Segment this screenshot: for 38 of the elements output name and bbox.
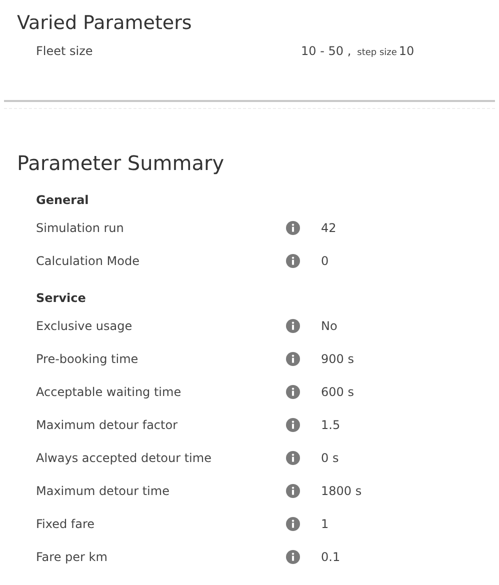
section-title: Varied Parameters — [17, 11, 193, 36]
info-icon[interactable] — [286, 318, 300, 332]
parameter-value: 1800 s — [321, 482, 362, 500]
step-value: 10 — [398, 43, 414, 60]
section-title: Parameter Summary — [17, 150, 226, 177]
parameter-value: No — [321, 318, 338, 334]
info-icon[interactable] — [286, 516, 300, 530]
info-icon[interactable] — [286, 254, 300, 268]
info-icon[interactable] — [286, 450, 300, 464]
group-title: Service — [35, 290, 87, 307]
info-icon[interactable] — [286, 418, 300, 432]
info-icon[interactable] — [286, 484, 300, 498]
parameter-label: Fixed fare — [36, 516, 96, 532]
parameter-value: 1.5 — [321, 416, 340, 434]
parameter-label: Fare per km — [36, 548, 108, 566]
parameter-range: 10 - 50 , — [301, 43, 352, 60]
parameter-value: 900 s — [321, 350, 354, 368]
parameter-label: Pre-booking time — [36, 350, 140, 368]
parameter-label: Exclusive usage — [36, 318, 134, 334]
info-icon[interactable] — [286, 550, 300, 564]
parameter-label: Simulation run — [36, 220, 125, 236]
info-icon[interactable] — [286, 220, 300, 234]
parameter-label: Fleet size — [36, 43, 94, 60]
parameter-value: 1 — [321, 516, 329, 532]
parameter-value: 0 — [321, 252, 329, 270]
parameter-label: Always accepted detour time — [36, 450, 212, 466]
parameter-value: 42 — [321, 220, 336, 236]
parameter-label: Acceptable waiting time — [36, 384, 182, 400]
parameter-value: 0.1 — [321, 548, 340, 566]
parameter-value: 600 s — [321, 384, 354, 400]
parameter-value: 0 s — [321, 450, 339, 466]
parameter-label: Maximum detour time — [36, 482, 170, 500]
group-title: General — [35, 192, 90, 209]
step-label: step size — [357, 47, 397, 60]
parameter-label: Calculation Mode — [36, 252, 140, 270]
info-icon[interactable] — [286, 384, 300, 398]
parameter-label: Maximum detour factor — [36, 416, 178, 434]
info-icon[interactable] — [286, 352, 300, 366]
